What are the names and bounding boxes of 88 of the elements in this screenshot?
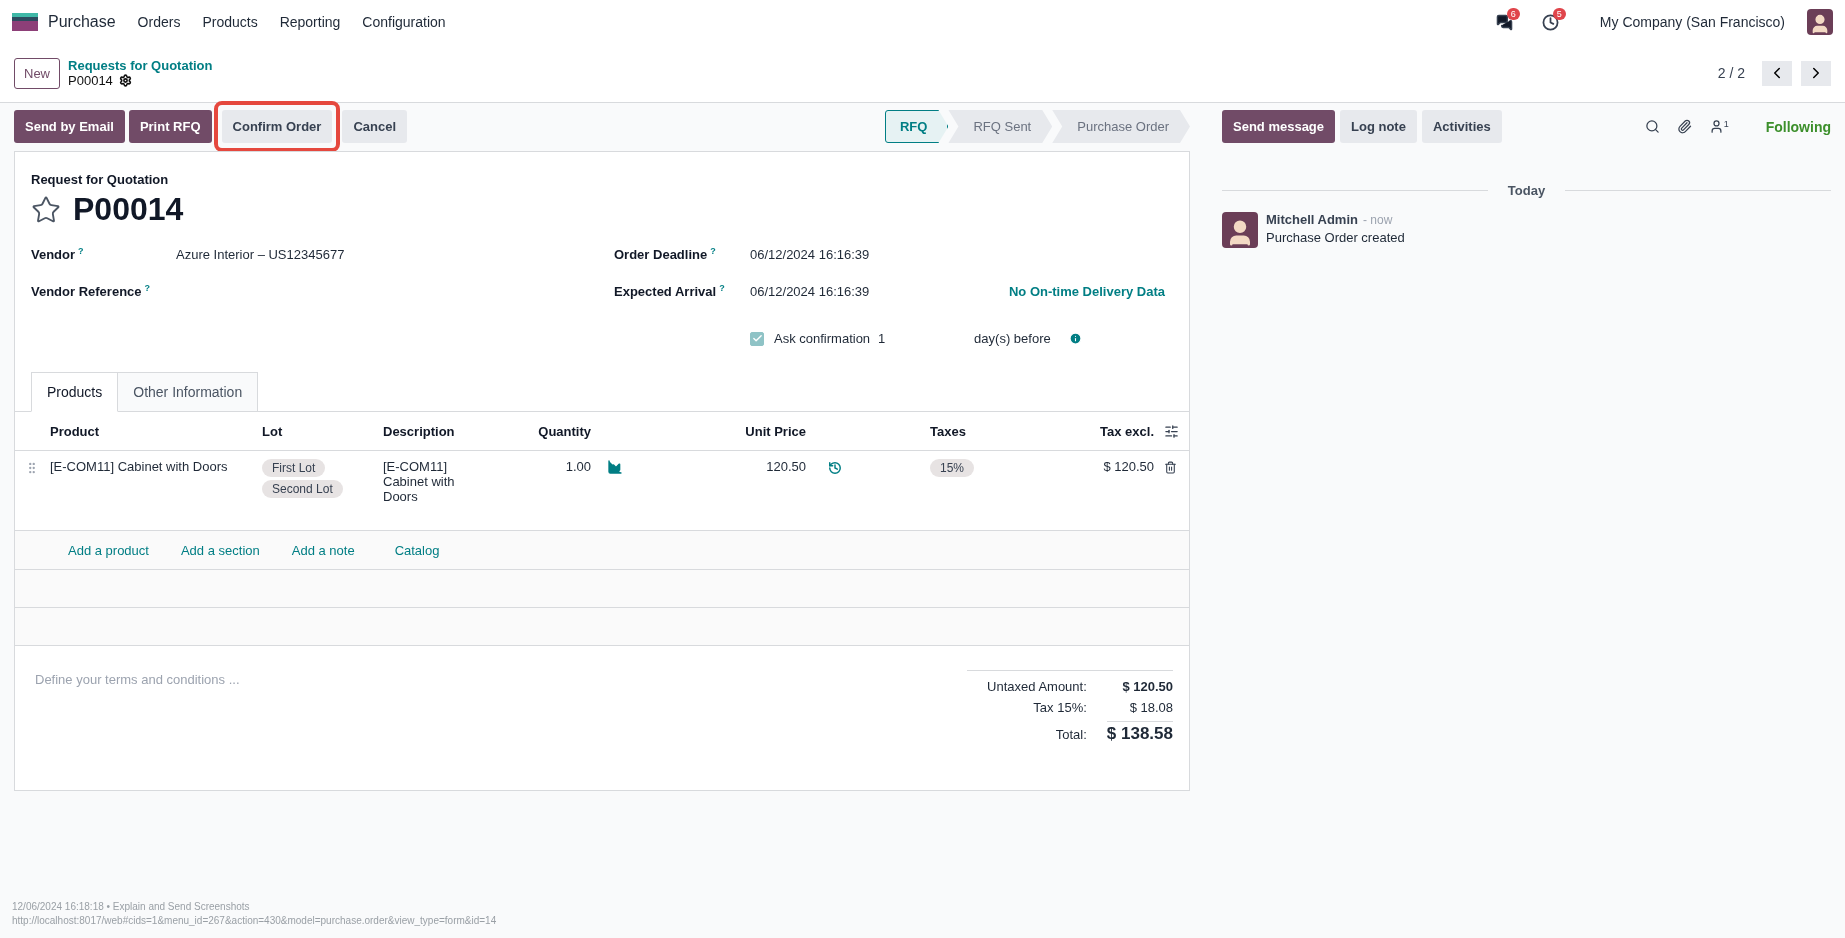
form-subtitle: Request for Quotation xyxy=(31,172,170,187)
history-icon[interactable] xyxy=(828,461,842,475)
action-button[interactable]: Print RFQ xyxy=(128,110,212,143)
total-label: Tax 15%: xyxy=(1032,700,1087,715)
count-badge: 6 xyxy=(1506,8,1520,20)
terms-field[interactable]: Define your terms and conditions ... xyxy=(33,670,533,710)
column-header[interactable]: Lot xyxy=(262,423,383,439)
menu-item[interactable]: Products xyxy=(202,14,258,30)
column-header[interactable]: Unit Price xyxy=(640,423,810,439)
following-link[interactable]: Following xyxy=(1765,118,1831,135)
status-step[interactable]: RFQ Sent xyxy=(948,110,1053,143)
menu-item[interactable]: Orders xyxy=(137,14,181,30)
status-step[interactable]: RFQ xyxy=(885,110,949,143)
delivery-link[interactable]: No On-time Delivery Data xyxy=(1008,284,1165,300)
add-line-link[interactable]: Catalog xyxy=(394,542,440,558)
add-line-link[interactable]: Add a product xyxy=(68,542,149,558)
total-value: $ 120.50 xyxy=(1121,679,1173,694)
paperclip-icon[interactable] xyxy=(1676,119,1692,134)
app-name[interactable]: Purchase xyxy=(48,13,116,31)
table-cell-text: 1.00 xyxy=(564,459,592,474)
capture-caption: 12/06/2024 16:18:18 • Explain and Send Screenshots xyxy=(12,901,251,912)
breadcrumb-link[interactable]: Requests for Quotation xyxy=(68,58,213,73)
field-value[interactable]: 06/12/2024 16:16:39 xyxy=(750,284,870,300)
action-button[interactable]: Confirm Order xyxy=(221,110,333,143)
form-tab[interactable]: Other Information xyxy=(118,372,259,412)
form-tab[interactable]: Products xyxy=(31,372,119,412)
record-title: P00014 xyxy=(73,191,184,228)
total-label: Total: xyxy=(1054,727,1087,742)
search-icon[interactable] xyxy=(1644,119,1660,134)
column-header[interactable]: Tax excl. xyxy=(1050,423,1158,439)
new-button[interactable]: New xyxy=(14,57,60,89)
column-header[interactable]: Product xyxy=(50,423,262,439)
menu-item[interactable]: Reporting xyxy=(279,14,341,30)
chart-icon[interactable] xyxy=(607,459,623,475)
tax-tag: 15% xyxy=(930,459,975,477)
days-value[interactable]: 1 xyxy=(878,331,975,346)
days-label: day(s) before xyxy=(974,331,1051,346)
table-cell-text: [E-COM11] Cabinet with Doors xyxy=(50,459,229,474)
previous-button[interactable] xyxy=(1762,60,1792,86)
date-separator: Today xyxy=(1507,183,1546,198)
field-label: Order Deadline $^{?}$ xyxy=(614,246,717,263)
star-icon[interactable] xyxy=(31,194,61,225)
menu-item[interactable]: Configuration xyxy=(362,14,446,30)
total-label: Untaxed Amount: xyxy=(986,679,1087,694)
next-button[interactable] xyxy=(1801,60,1831,86)
field-label: Vendor Reference $^{?}$ xyxy=(31,283,152,300)
column-settings-icon[interactable] xyxy=(1164,423,1179,439)
company-switcher[interactable]: My Company (San Francisco) xyxy=(1599,14,1785,30)
lot-tag: First Lot xyxy=(262,459,326,477)
message-author: Mitchell Admin xyxy=(1266,212,1358,227)
status-step[interactable]: Purchase Order xyxy=(1052,110,1190,143)
chatter-button[interactable]: Send message xyxy=(1222,110,1336,143)
table-cell-text: [E-COM11] Cabinet with Doors xyxy=(383,459,456,504)
followers-button[interactable]: 1 xyxy=(1708,119,1729,134)
add-line-link[interactable]: Add a note xyxy=(291,542,355,558)
column-header[interactable]: Quantity xyxy=(510,423,595,439)
info-icon[interactable] xyxy=(1068,332,1082,345)
add-line-link[interactable]: Add a section xyxy=(180,542,260,558)
clock-icon[interactable] xyxy=(1541,13,1559,31)
column-header[interactable]: Description xyxy=(383,423,510,439)
action-button[interactable]: Send by Email xyxy=(14,110,125,143)
author-avatar xyxy=(1222,212,1258,248)
total-value: $ 138.58 xyxy=(1106,721,1173,744)
checkbox[interactable] xyxy=(750,331,764,346)
chatter-button[interactable]: Log note xyxy=(1340,110,1417,143)
checkbox-label: Ask confirmation xyxy=(774,331,871,346)
message-body: Purchase Order created xyxy=(1266,230,1405,245)
field-value[interactable]: Azure Interior – US12345677 xyxy=(176,247,345,263)
count-badge: 5 xyxy=(1552,8,1566,20)
table-cell-text: $ 120.50 xyxy=(1102,459,1155,474)
delete-icon[interactable] xyxy=(1164,461,1177,474)
chatter-button[interactable]: Activities xyxy=(1421,110,1502,143)
user-avatar[interactable] xyxy=(1807,9,1833,35)
table-cell-text: 120.50 xyxy=(765,459,807,474)
message-time: - now xyxy=(1362,213,1393,227)
record-name: P00014 xyxy=(68,73,113,88)
settings-icon[interactable] xyxy=(118,74,132,87)
field-label: Vendor $^{?}$ xyxy=(31,246,85,263)
field-value[interactable]: 06/12/2024 16:16:39 xyxy=(750,247,870,263)
field-label: Expected Arrival $^{?}$ xyxy=(614,283,726,300)
lot-tag: Second Lot xyxy=(262,480,343,498)
page-url: http://localhost:8017/web#cids=1&menu_id=267&action=430&model=purchase.order&view_type=form&id=14 xyxy=(12,915,498,926)
column-header[interactable]: Taxes xyxy=(930,423,1050,439)
app-logo[interactable] xyxy=(12,13,38,31)
messages-icon[interactable] xyxy=(1495,13,1513,31)
total-value: $ 18.08 xyxy=(1128,700,1173,715)
pager-text: 2 / 2 xyxy=(1717,65,1745,81)
action-button[interactable]: Cancel xyxy=(342,110,408,143)
